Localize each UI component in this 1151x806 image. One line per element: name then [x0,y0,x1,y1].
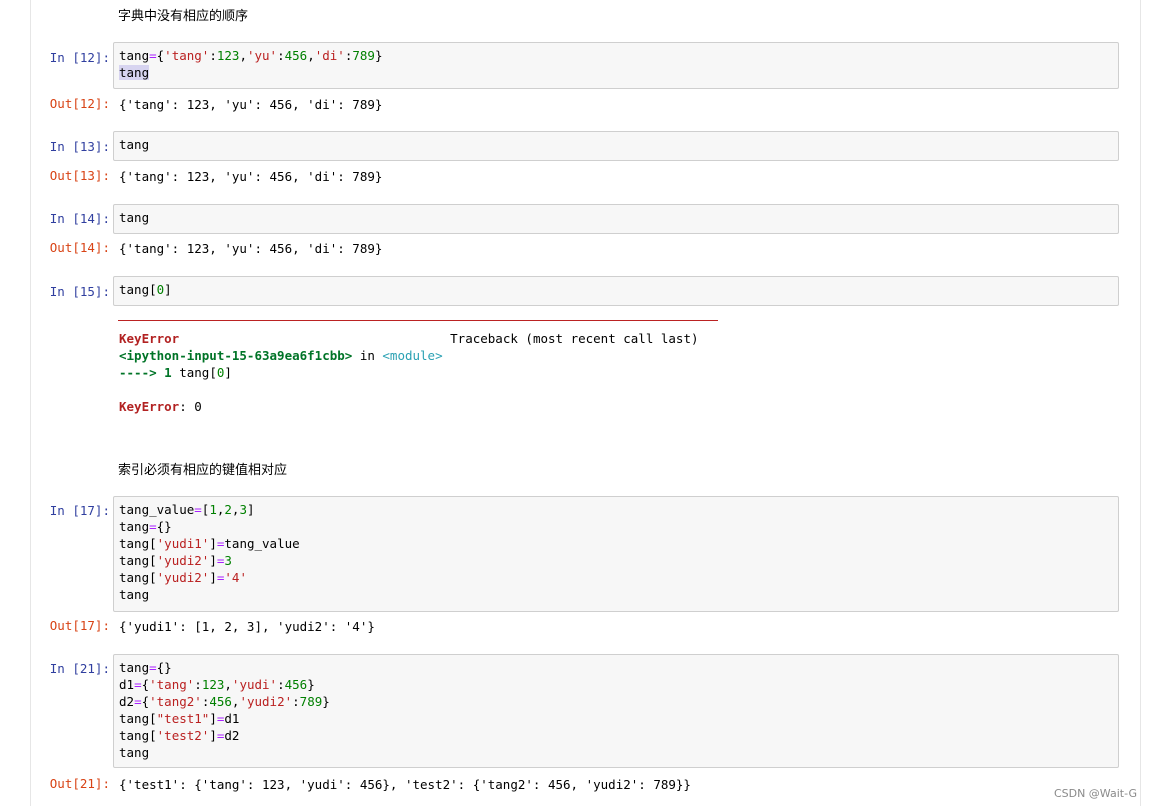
code-line: tang["test1"]=d1 [119,711,240,726]
error-message: : 0 [179,399,202,414]
traceback-in: in [352,348,383,363]
code-line: tang['yudi2']=3 [119,553,232,568]
notebook-left-border [30,0,31,806]
code-cell-21[interactable]: tang={} d1={'tang':123,'yudi':456} d2={'… [113,654,1119,768]
traceback-code-line: ----> 1 tang[0] [119,365,232,380]
output-13: {'tang': 123, 'yu': 456, 'di': 789} [119,169,383,184]
traceback-final: KeyError: 0 [119,398,202,415]
in-prompt-14: In [14]: [49,211,110,226]
output-17: {'yudi1': [1, 2, 3], 'yudi2': '4'} [119,619,375,634]
code-line: tang={} [119,660,172,675]
in-prompt-15: In [15]: [49,284,110,299]
code-cell-15[interactable]: tang[0] [113,276,1119,306]
code-cell-13[interactable]: tang [113,131,1119,161]
code-line: tang['yudi2']='4' [119,570,247,585]
out-prompt-17: Out[17]: [49,618,110,633]
code-line: tang={} [119,519,172,534]
code-cell-12[interactable]: tang={'tang':123,'yu':456,'di':789} tang [113,42,1119,89]
output-21: {'test1': {'tang': 123, 'yudi': 456}, 't… [119,777,691,792]
code-line: tang [119,587,150,602]
code-line: tang_value=[1,2,3] [119,502,255,517]
code-line: tang[0] [119,282,172,297]
code-line: tang={'tang':123,'yu':456,'di':789} [119,48,383,63]
code-line: tang [119,745,150,760]
traceback-header-text: Traceback (most recent call last) [450,331,699,346]
output-12: {'tang': 123, 'yu': 456, 'di': 789} [119,97,383,112]
code-cell-17[interactable]: tang_value=[1,2,3] tang={} tang['yudi1']… [113,496,1119,612]
in-prompt-13: In [13]: [49,139,110,154]
out-prompt-14: Out[14]: [49,240,110,255]
in-prompt-12: In [12]: [49,50,110,65]
traceback-separator [118,320,718,321]
code-line: tang [119,65,150,80]
error-name: KeyError [119,331,180,346]
out-prompt-12: Out[12]: [49,96,110,111]
traceback-module: <module> [382,348,443,363]
in-prompt-21: In [21]: [49,661,110,676]
out-prompt-13: Out[13]: [49,168,110,183]
code-cell-14[interactable]: tang [113,204,1119,234]
traceback-header: KeyError Traceback (most recent call las… [119,330,699,347]
markdown-cell-dict-order: 字典中没有相应的顺序 [118,9,249,24]
code-line: tang [119,210,150,225]
markdown-cell-index-match: 索引必须有相应的键值相对应 [118,463,288,478]
notebook-right-border [1140,0,1141,806]
code-line: d1={'tang':123,'yudi':456} [119,677,315,692]
code-line: d2={'tang2':456,'yudi2':789} [119,694,330,709]
watermark: CSDN @Wait-G [1053,787,1137,800]
code-line: tang['test2']=d2 [119,728,240,743]
traceback-file-line: <ipython-input-15-63a9ea6f1cbb> in <modu… [119,347,443,364]
out-prompt-21: Out[21]: [49,776,110,791]
traceback-arrow: ----> 1 [119,365,172,380]
code-line: tang['yudi1']=tang_value [119,536,300,551]
output-14: {'tang': 123, 'yu': 456, 'di': 789} [119,241,383,256]
code-line: tang [119,137,150,152]
traceback-file: <ipython-input-15-63a9ea6f1cbb> [119,348,353,363]
error-name-final: KeyError [119,399,180,414]
in-prompt-17: In [17]: [49,503,110,518]
